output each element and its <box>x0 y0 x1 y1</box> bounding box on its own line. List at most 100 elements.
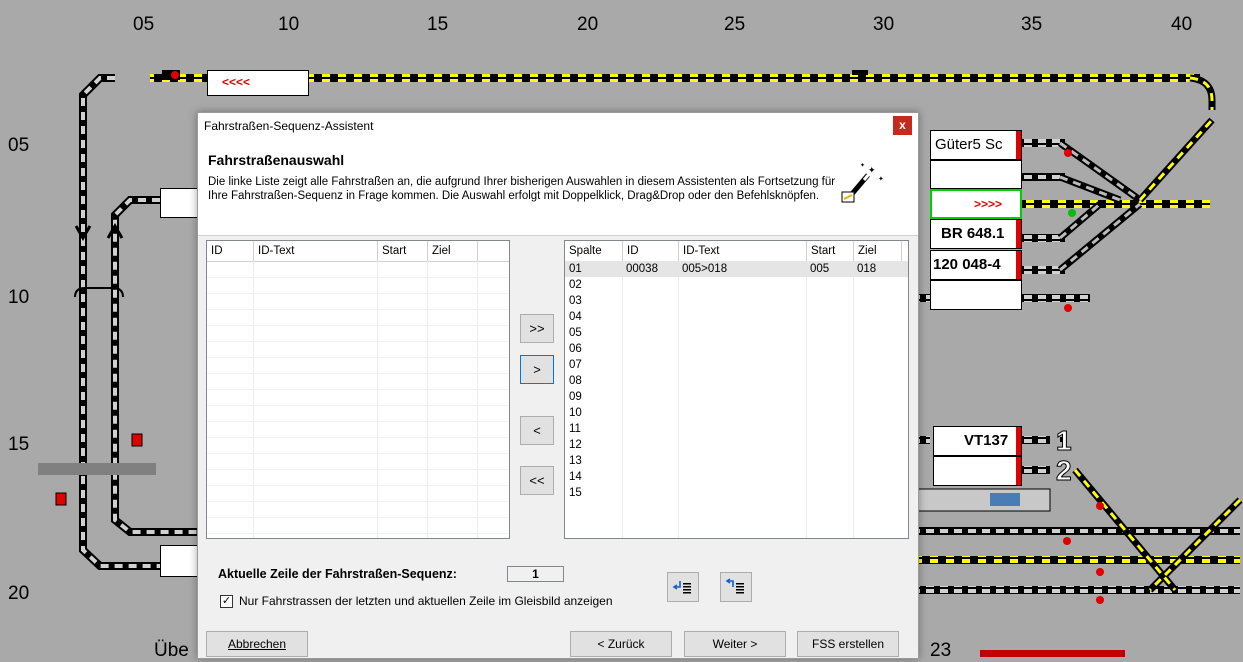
track-block[interactable] <box>930 160 1022 189</box>
red-bar <box>980 650 1125 657</box>
table-row[interactable]: 03 <box>565 293 908 309</box>
cell-id: 00038 <box>626 263 658 275</box>
track-block-br[interactable]: BR 648.1 <box>930 219 1022 249</box>
dialog-title: Fahrstraßen-Sequenz-Assistent <box>204 119 374 133</box>
column-header[interactable]: Spalte <box>565 241 623 261</box>
grid-line <box>207 469 509 470</box>
list-header: Spalte ID ID-Text Start Ziel <box>565 241 908 262</box>
track-block[interactable] <box>933 456 1022 486</box>
table-row[interactable]: 07 <box>565 357 908 373</box>
back-button[interactable]: < Zurück <box>570 631 672 657</box>
occupied-marker <box>1016 457 1021 485</box>
column-header[interactable]: Start <box>807 241 854 261</box>
sequence-list[interactable]: Spalte ID ID-Text Start Ziel 01 00038 005>… <box>564 240 909 539</box>
table-row[interactable]: 12 <box>565 437 908 453</box>
delete-row-icon <box>725 578 744 594</box>
table-row[interactable]: 02 <box>565 277 908 293</box>
cell-spalte: 08 <box>569 375 582 387</box>
next-button[interactable]: Weiter > <box>684 631 786 657</box>
insert-row-button[interactable] <box>667 572 699 602</box>
table-row[interactable]: 10 <box>565 405 908 421</box>
row-label: 10 <box>8 287 30 308</box>
direction-arrows: <<<< <box>222 75 251 89</box>
occupied-marker <box>1016 131 1021 159</box>
cancel-button[interactable]: Abbrechen <box>206 631 308 657</box>
table-row[interactable]: 14 <box>565 469 908 485</box>
delete-row-button[interactable] <box>720 572 752 602</box>
table-row[interactable]: 06 <box>565 341 908 357</box>
create-label: FSS erstellen <box>811 637 885 651</box>
cell-text: 005>018 <box>682 263 728 275</box>
station-label: Übe <box>154 640 189 661</box>
table-row[interactable]: 11 <box>565 421 908 437</box>
table-row[interactable]: 08 <box>565 373 908 389</box>
grid-line <box>207 357 509 358</box>
table-row[interactable]: 01 00038 005>018 005 018 <box>565 261 908 277</box>
svg-text:✦: ✦ <box>868 165 876 175</box>
train-label: Güter5 Sc <box>935 136 1003 153</box>
svg-text:✦: ✦ <box>860 162 865 169</box>
col-label: 10 <box>278 14 300 35</box>
available-routes-list[interactable]: ID ID-Text Start Ziel <box>206 240 510 539</box>
row-label: 20 <box>8 583 30 604</box>
add-all-button[interactable]: >> <box>520 314 554 343</box>
grid-line <box>207 485 509 486</box>
close-button[interactable]: x <box>893 116 912 135</box>
column-header[interactable]: ID <box>623 241 679 261</box>
cell-spalte: 14 <box>569 471 582 483</box>
table-row[interactable]: 05 <box>565 325 908 341</box>
column-header[interactable]: Ziel <box>428 241 478 261</box>
cell-spalte: 09 <box>569 391 582 403</box>
track-block-top[interactable]: <<<< <box>207 70 309 96</box>
title-bar[interactable]: Fahrstraßen-Sequenz-Assistent x <box>198 113 918 139</box>
grid-line <box>207 293 509 294</box>
create-fss-button[interactable]: FSS erstellen <box>797 631 899 657</box>
column-header[interactable]: ID-Text <box>254 241 378 261</box>
table-row[interactable]: 13 <box>565 453 908 469</box>
column-header[interactable]: ID-Text <box>679 241 807 261</box>
column-header[interactable]: ID <box>207 241 254 261</box>
table-row[interactable]: 09 <box>565 389 908 405</box>
grid-line <box>207 517 509 518</box>
track-block-selected[interactable]: >>>> <box>930 189 1022 219</box>
track-block-loco[interactable]: 120 048-4 <box>930 250 1022 280</box>
col-label: 15 <box>427 14 449 35</box>
remove-all-button[interactable]: << <box>520 466 554 495</box>
col-label: 30 <box>873 14 895 35</box>
add-one-button[interactable]: > <box>520 355 554 384</box>
train-label: 120 048-4 <box>933 256 1001 273</box>
occupied-marker <box>1016 251 1021 279</box>
grid-line <box>207 533 509 534</box>
column-header[interactable]: Ziel <box>854 241 902 261</box>
insert-row-icon <box>672 581 691 594</box>
cell-spalte: 04 <box>569 311 582 323</box>
cell-spalte: 01 <box>569 263 582 275</box>
col-label: 35 <box>1021 14 1043 35</box>
show-routes-checkbox-label[interactable]: Nur Fahrstrassen der letzten und aktuell… <box>239 594 613 608</box>
train-label: VT137 <box>964 432 1009 449</box>
show-routes-checkbox[interactable]: ✓ <box>220 595 233 608</box>
grid-line <box>207 277 509 278</box>
track-block[interactable] <box>160 188 202 218</box>
column-header[interactable]: Start <box>378 241 428 261</box>
magic-wand-icon: ✦ ✦ ✦ <box>841 162 884 203</box>
track-block-vt[interactable]: VT137 <box>933 426 1022 456</box>
table-row[interactable]: 04 <box>565 309 908 325</box>
remove-one-button[interactable]: < <box>520 416 554 445</box>
track-block-gueter[interactable]: Güter5 Sc <box>930 130 1022 160</box>
col-label: 25 <box>724 14 746 35</box>
list-header: ID ID-Text Start Ziel <box>207 241 509 262</box>
sequence-assistant-dialog: Fahrstraßen-Sequenz-Assistent x Fahrstra… <box>197 112 919 659</box>
table-row[interactable]: 15 <box>565 485 908 501</box>
cell-spalte: 06 <box>569 343 582 355</box>
row-label: 05 <box>8 135 30 156</box>
grid-line <box>207 421 509 422</box>
occupied-marker <box>1016 427 1021 455</box>
grid-line <box>207 325 509 326</box>
next-label: Weiter > <box>712 637 758 651</box>
page-title: Fahrstraßenauswahl <box>208 152 345 168</box>
cell-spalte: 02 <box>569 279 582 291</box>
track-block[interactable] <box>930 280 1022 310</box>
svg-text:✦: ✦ <box>878 175 884 183</box>
track-block[interactable] <box>160 545 202 577</box>
